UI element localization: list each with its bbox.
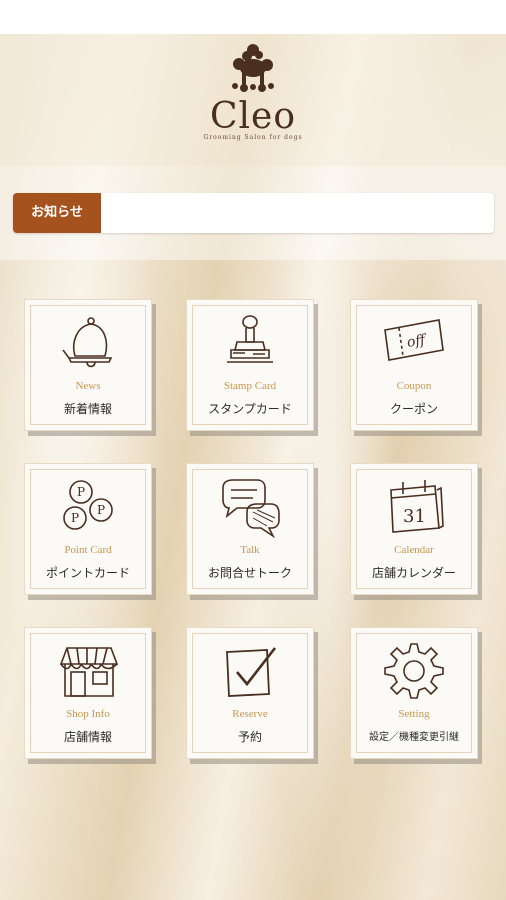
tile-label-en: Talk (240, 544, 260, 556)
tile-talk[interactable]: Talk お問合せトーク (186, 463, 314, 595)
tile-setting[interactable]: Setting 設定／機種変更引継 (350, 627, 478, 759)
tile-news[interactable]: News 新着情報 (24, 299, 152, 431)
tile-label-jp: お問合せトーク (207, 566, 292, 580)
tile-label-en: Shop Info (66, 708, 110, 720)
status-bar (0, 0, 506, 34)
coins-icon: P P P (63, 480, 113, 530)
chat-bubbles-icon (222, 479, 280, 538)
svg-text:P: P (71, 511, 79, 525)
brand-tagline: Grooming Salon for dogs (203, 134, 303, 141)
svg-text:P: P (97, 503, 105, 517)
svg-text:P: P (77, 485, 85, 499)
tile-stamp-card[interactable]: Stamp Card スタンプカード (186, 299, 314, 431)
poodle-logo-icon (232, 44, 274, 92)
svg-text:off: off (406, 332, 429, 351)
logo: Cleo Grooming Salon for dogs (0, 42, 506, 141)
tile-label-en: Coupon (396, 380, 432, 392)
tile-label-en: Reserve (232, 708, 268, 720)
tile-label-en: Calendar (394, 544, 434, 556)
gear-icon (384, 643, 444, 699)
tile-label-en: Stamp Card (223, 380, 277, 392)
news-bar[interactable]: お知らせ (13, 193, 494, 233)
brand-name: Cleo (209, 96, 297, 137)
svg-text:31: 31 (403, 506, 426, 527)
tile-label-en: Setting (398, 708, 430, 720)
tile-shop-info[interactable]: Shop Info 店舗情報 (24, 627, 152, 759)
checkbox-icon (226, 647, 277, 697)
tile-label-jp: 新着情報 (63, 402, 112, 416)
tile-coupon[interactable]: off Coupon クーポン (350, 299, 478, 431)
news-label: お知らせ (13, 193, 101, 233)
tile-label-en: Point Card (64, 544, 112, 556)
tile-label-jp: スタンプカード (208, 402, 292, 416)
bell-icon (62, 317, 113, 368)
tile-label-jp: 店舗情報 (63, 730, 112, 744)
tile-label-jp: ポイントカード (45, 566, 130, 580)
tile-point-card[interactable]: P P P Point Card ポイントカード (24, 463, 152, 595)
tile-calendar[interactable]: 31 Calendar 店舗カレンダー (350, 463, 478, 595)
tile-label-jp: 店舗カレンダー (371, 566, 456, 580)
calendar-icon: 31 (390, 480, 444, 533)
shop-icon (59, 647, 119, 697)
tile-label-jp: クーポン (389, 402, 438, 416)
tile-label-jp: 予約 (237, 730, 262, 744)
tile-label-en: News (75, 380, 101, 392)
tile-label-jp: 設定／機種変更引継 (369, 732, 459, 743)
tile-reserve[interactable]: Reserve 予約 (186, 627, 314, 759)
stamp-icon (227, 315, 273, 363)
coupon-icon: off (384, 319, 444, 361)
